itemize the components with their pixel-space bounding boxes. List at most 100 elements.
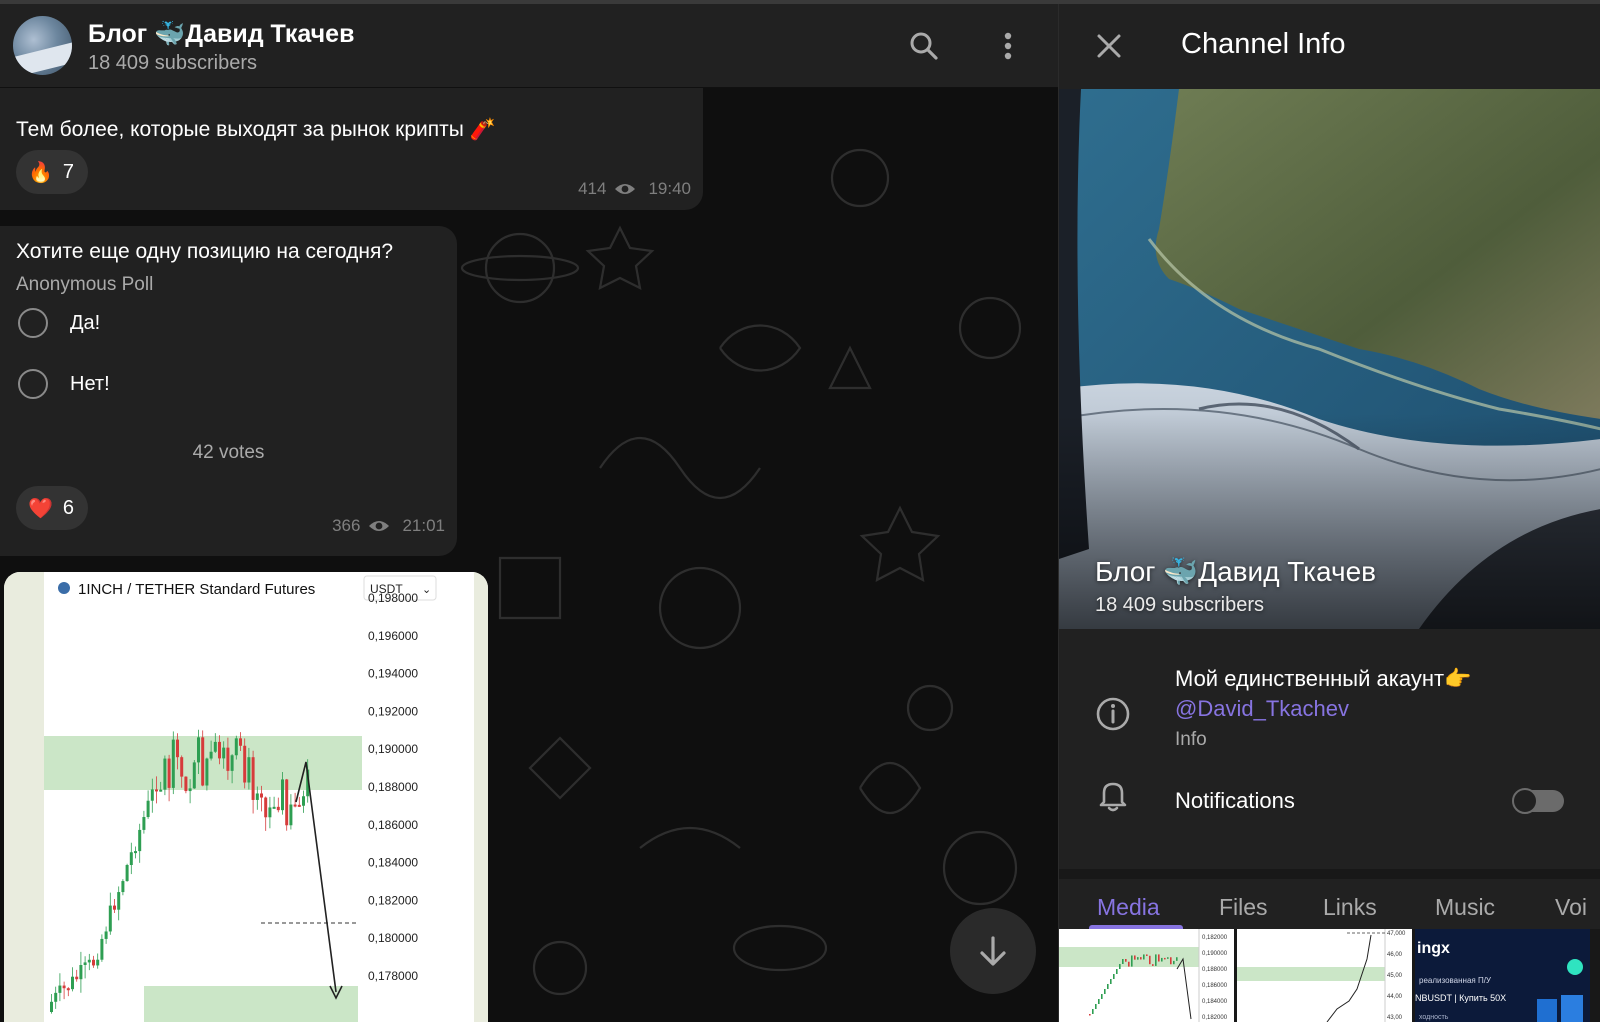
candle-body [302, 796, 305, 806]
thumb-candle [1158, 954, 1160, 962]
candle-body [79, 965, 83, 980]
media-thumbnail[interactable]: 47,000 46,00 45,00 44,00 43,00 [1237, 929, 1412, 1022]
reaction-count: 6 [62, 496, 75, 519]
trading-chart-image[interactable]: 1INCH / TETHER Standard Futures USDT ⌄ 0… [4, 572, 488, 1022]
more-menu-button[interactable] [988, 26, 1028, 66]
promo-line: ходность [1419, 1014, 1449, 1021]
price-axis-label: 0,194000 [368, 667, 418, 681]
close-button[interactable] [1089, 26, 1129, 66]
media-thumbnail[interactable]: 0,182000 0,190000 0,188000 0,186000 0,184000… [1059, 929, 1234, 1022]
airplane-window-photo [1059, 89, 1600, 629]
channel-description: Мой единственный акаунт👉 [1175, 666, 1472, 691]
candle-body [50, 1001, 53, 1012]
thumb-axis-label: 0,188000 [1202, 967, 1228, 973]
channel-cover-photo[interactable]: Блог 🐳Давид Ткачев 18 409 subscribers [1059, 89, 1600, 629]
message-bubble[interactable]: Тем более, которые выходят за рынок крип… [0, 88, 703, 210]
candle-body [205, 758, 209, 786]
tab-files[interactable]: Files [1219, 894, 1268, 921]
candle-body [243, 745, 247, 783]
candle-body [75, 976, 79, 980]
thumb-candle [1164, 957, 1166, 960]
message-time: 21:01 [402, 516, 445, 535]
thumb-candle [1125, 959, 1127, 962]
tab-music[interactable]: Music [1435, 894, 1495, 921]
price-axis-label: 0,188000 [368, 780, 418, 794]
candle-body [117, 892, 121, 910]
candle-body [142, 817, 146, 830]
thumb-axis-label: 43,00 [1387, 1015, 1403, 1021]
candle-body [83, 962, 87, 966]
candle-body [281, 779, 284, 811]
candle-body [213, 741, 217, 752]
thumb-candle [1131, 955, 1133, 967]
thumb-axis-label: 45,00 [1387, 973, 1403, 979]
thumb-candle [1146, 954, 1148, 956]
search-button[interactable] [904, 26, 944, 66]
thumb-candle [1128, 961, 1130, 967]
chat-header[interactable]: Блог 🐳Давид Ткачев 18 409 subscribers [0, 4, 1058, 88]
chart-title: 1INCH / TETHER Standard Futures [78, 581, 315, 598]
thumb-candle [1107, 984, 1109, 989]
tab-voice[interactable]: Voi [1555, 894, 1587, 921]
thumb-axis-label: 47,000 [1387, 931, 1406, 937]
thumb-candle [1149, 955, 1151, 965]
more-vertical-icon [1004, 32, 1012, 60]
price-axis-label: 0,192000 [368, 704, 418, 718]
toggle-knob [1512, 788, 1538, 814]
scroll-to-bottom-button[interactable] [950, 908, 1036, 994]
media-thumbnail[interactable]: ingx реализованная П/У NBUSDT | Купить 5… [1415, 929, 1590, 1022]
channel-info-block: Мой единственный акаунт👉 @David_Tkachev … [1059, 629, 1600, 869]
radio-button[interactable] [18, 369, 48, 399]
candle-body [218, 741, 221, 759]
reaction-chip[interactable]: ❤️ 6 [16, 486, 89, 530]
poll-type: Anonymous Poll [16, 274, 154, 295]
thumb-axis-label: 0,190000 [1202, 951, 1228, 957]
message-meta: 366 21:01 [332, 516, 445, 536]
chat-area: Блог 🐳Давид Ткачев 18 409 subscribers Те… [0, 0, 1058, 1022]
coin-icon [58, 582, 70, 594]
channel-info-panel: Channel Info Блог 🐳Давид Ткачев 18 409 s… [1058, 4, 1600, 1022]
poll-option-yes[interactable]: Да! [18, 308, 100, 338]
candle-body [87, 959, 91, 963]
price-axis-label: 0,198000 [368, 591, 418, 605]
cover-channel-name: Блог 🐳Давид Ткачев [1095, 556, 1377, 587]
thumb-candle [1155, 954, 1157, 966]
candle-body [58, 985, 62, 993]
candle-body [285, 779, 289, 826]
media-grid: 0,182000 0,190000 0,188000 0,186000 0,184000… [1059, 929, 1600, 1022]
candle-body [239, 738, 242, 746]
photo-message[interactable]: 1INCH / TETHER Standard Futures USDT ⌄ 0… [4, 572, 488, 1022]
channel-title[interactable]: Блог 🐳Давид Ткачев [88, 20, 354, 49]
info-icon [1096, 697, 1130, 731]
channel-username-link[interactable]: @David_Tkachev [1175, 696, 1349, 722]
candle-body [159, 789, 163, 792]
thumb-candle [1122, 959, 1124, 964]
thumb-candle [1098, 999, 1100, 1004]
channel-avatar[interactable] [13, 16, 72, 75]
candle-body [268, 807, 272, 818]
candle-body [155, 789, 158, 792]
candle-body [276, 806, 280, 811]
thumb-candle [1143, 954, 1145, 960]
notifications-toggle[interactable] [1512, 788, 1564, 814]
message-time: 19:40 [648, 179, 691, 198]
candle-body [209, 751, 213, 759]
poll-option-no[interactable]: Нет! [18, 369, 110, 399]
notifications-label[interactable]: Notifications [1175, 788, 1295, 814]
candle-body [222, 747, 226, 759]
radio-button[interactable] [18, 308, 48, 338]
tab-links[interactable]: Links [1323, 894, 1377, 921]
thumb-candle [1110, 979, 1112, 984]
poll-message: Хотите еще одну позицию на сегодня? Anon… [0, 226, 457, 556]
candle-body [297, 804, 301, 807]
tab-media[interactable]: Media [1097, 894, 1160, 921]
reaction-chip[interactable]: 🔥 7 [16, 150, 89, 194]
price-axis-label: 0,180000 [368, 931, 418, 945]
candle-body [150, 789, 154, 801]
candle-body [125, 865, 129, 882]
candle-body [92, 959, 95, 966]
thumb-candle [1140, 957, 1142, 960]
candle-body [54, 992, 58, 1002]
search-icon [910, 32, 938, 60]
candle-body [230, 755, 234, 771]
